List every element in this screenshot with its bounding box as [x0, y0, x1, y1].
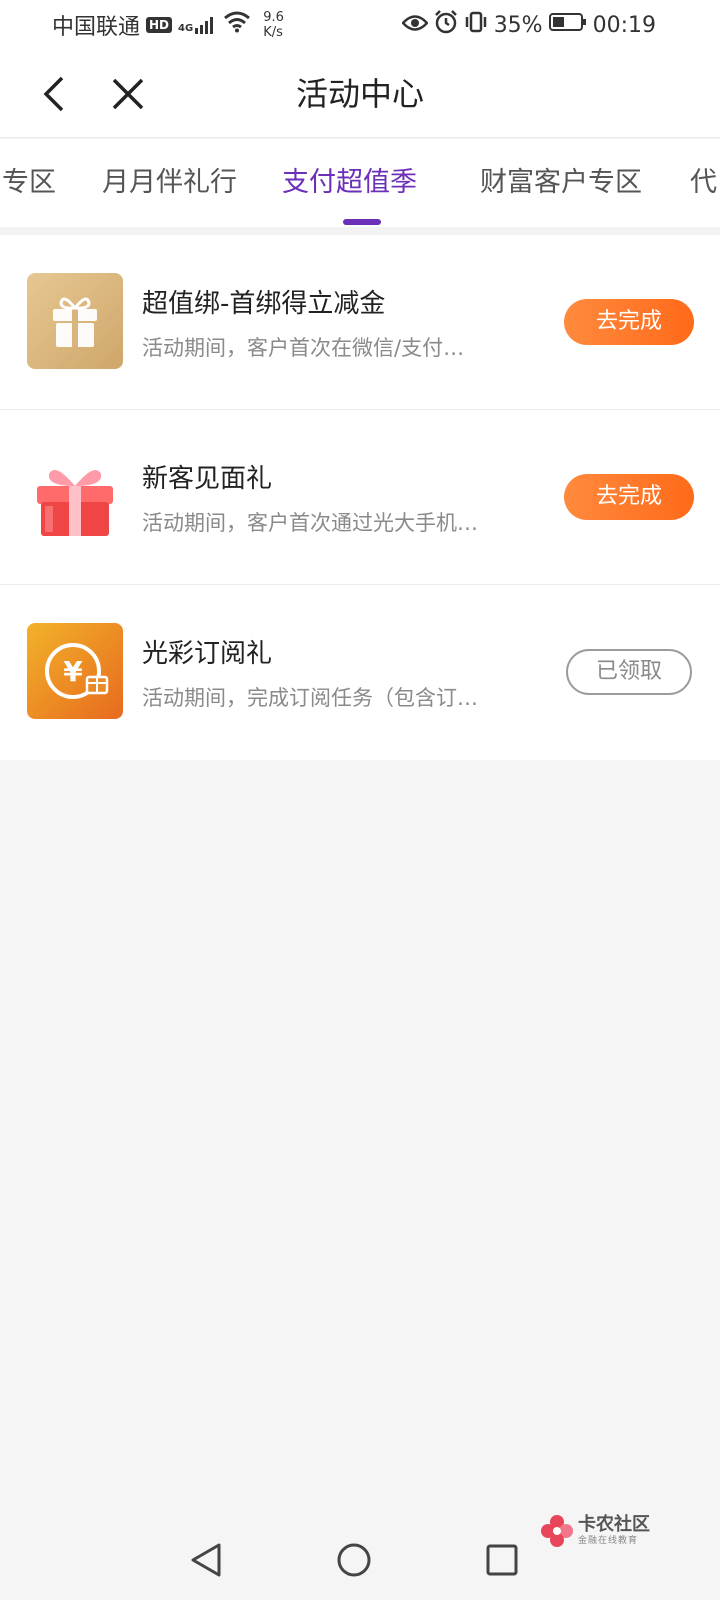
yen-coin-icon: ¥	[27, 623, 123, 719]
battery-percent: 35%	[493, 12, 543, 38]
gift-box-icon	[27, 273, 123, 369]
status-bar: 中国联通 HD 4G 9.6 K/s 35% 00:19	[0, 0, 720, 50]
activity-list: 超值绑-首绑得立减金 活动期间，客户首次在微信/支付… 去完成 新客见面礼 活动…	[0, 235, 720, 760]
eye-icon	[400, 13, 429, 38]
nav-recents-button[interactable]	[478, 1536, 526, 1584]
activity-desc: 活动期间，客户首次在微信/支付…	[142, 336, 465, 360]
nav-home-button[interactable]	[330, 1536, 378, 1584]
tab-caifu[interactable]: 财富客户专区	[480, 139, 642, 227]
back-arrow-icon	[43, 76, 64, 112]
wifi-icon	[223, 11, 251, 39]
activity-item-subscribe: ¥ 光彩订阅礼 活动期间，完成订阅任务（包含订… 已领取	[0, 585, 720, 760]
activity-title: 光彩订阅礼	[142, 639, 273, 669]
square-recents-icon	[486, 1544, 518, 1576]
alarm-icon	[434, 10, 458, 40]
signal-tech-label: 4G	[178, 23, 194, 34]
signal-icon: 4G	[178, 16, 217, 34]
tab-yueyue[interactable]: 月月伴礼行	[102, 139, 237, 227]
status-left: 中国联通 HD 4G 9.6 K/s	[52, 9, 284, 41]
close-button[interactable]	[104, 70, 152, 118]
svg-text:¥: ¥	[63, 655, 83, 688]
activity-desc: 活动期间，完成订阅任务（包含订…	[142, 686, 478, 710]
net-speed: 9.6 K/s	[263, 10, 284, 40]
tab-bar: 专区 月月伴礼行 支付超值季 财富客户专区 代	[0, 139, 720, 227]
red-gift-icon	[27, 448, 123, 544]
net-speed-unit: K/s	[263, 25, 283, 40]
activity-title: 超值绑-首绑得立减金	[142, 289, 386, 319]
nav-header: 活动中心	[0, 50, 720, 138]
status-right: 35% 00:19	[400, 10, 656, 40]
tab-dai[interactable]: 代	[690, 139, 717, 227]
activity-item-bind: 超值绑-首绑得立减金 活动期间，客户首次在微信/支付… 去完成	[0, 235, 720, 410]
activity-title: 新客见面礼	[142, 464, 273, 494]
tab-divider	[0, 227, 720, 235]
battery-icon	[548, 12, 587, 38]
clock-time: 00:19	[592, 12, 656, 38]
back-button[interactable]	[30, 70, 78, 118]
triangle-back-icon	[191, 1543, 221, 1577]
complete-button[interactable]: 去完成	[564, 474, 694, 520]
vibrate-icon	[464, 10, 488, 40]
tab-zhuanqu[interactable]: 专区	[2, 139, 56, 227]
nav-back-button[interactable]	[182, 1536, 230, 1584]
complete-button[interactable]: 去完成	[564, 299, 694, 345]
close-icon	[112, 78, 144, 110]
circle-home-icon	[337, 1543, 371, 1577]
activity-desc: 活动期间，客户首次通过光大手机…	[142, 511, 478, 535]
tab-active-indicator	[343, 219, 381, 225]
system-nav-bar	[0, 1520, 720, 1600]
hd-badge: HD	[146, 17, 173, 33]
activity-item-newcustomer: 新客见面礼 活动期间，客户首次通过光大手机… 去完成	[0, 410, 720, 585]
claimed-button[interactable]: 已领取	[566, 649, 692, 695]
net-speed-value: 9.6	[263, 10, 284, 25]
page: 中国联通 HD 4G 9.6 K/s 35% 00:19 活动中心 专区 月月伴…	[0, 0, 720, 1600]
tab-zhifu[interactable]: 支付超值季	[282, 139, 417, 227]
carrier-label: 中国联通	[52, 15, 141, 40]
